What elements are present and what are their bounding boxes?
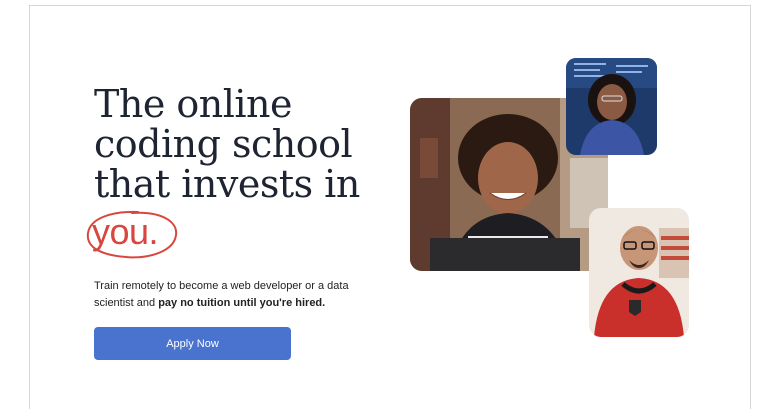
subtitle-emphasis: pay no tuition until you're hired.	[158, 297, 326, 309]
headline-highlight: you.	[82, 205, 182, 263]
headline-line-3: that invests in	[94, 162, 360, 206]
student-photo-bottom	[589, 208, 689, 337]
hero-subtitle: Train remotely to become a web developer…	[94, 278, 374, 312]
highlight-word: you.	[92, 211, 159, 252]
student-photo-top	[566, 58, 657, 155]
headline-line-2: coding school	[94, 122, 353, 166]
apply-now-button[interactable]: Apply Now	[94, 327, 291, 360]
headline-line-1: The online	[94, 82, 293, 126]
hero-headline: The online coding school that invests in	[94, 84, 360, 204]
